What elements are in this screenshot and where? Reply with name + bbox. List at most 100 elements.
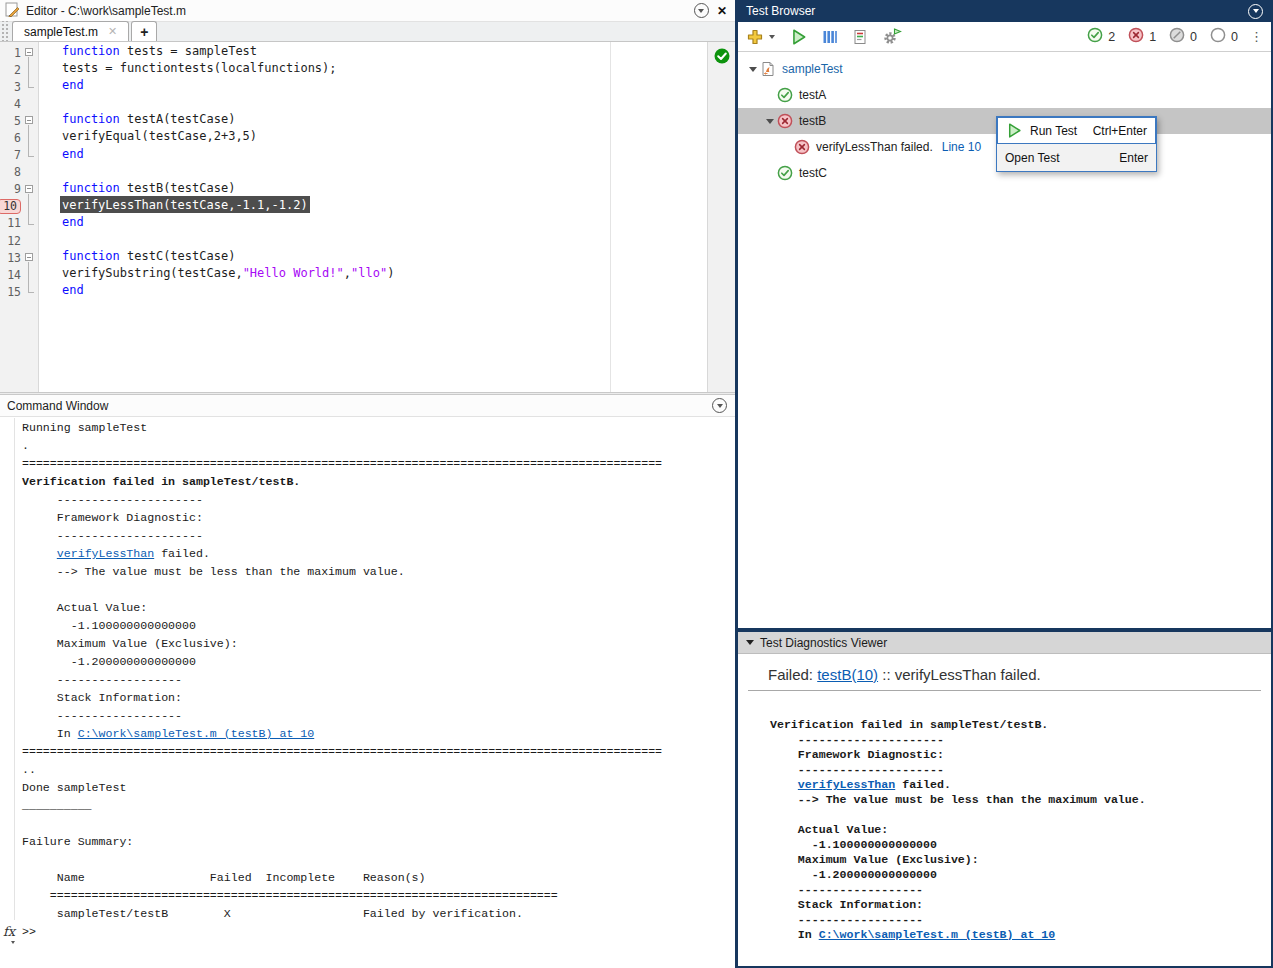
gutter-line-8[interactable]: 8 [0,164,38,181]
diagnostics-line [770,807,1271,822]
code-lines[interactable]: function tests = sampleTesttests = funct… [40,42,707,300]
diagnostics-line: verifyLessThan failed. [770,777,1271,792]
command-window-panel-menu-icon[interactable] [712,398,727,413]
gutter-line-14[interactable]: 14 [0,266,38,283]
code-line-13[interactable]: function testC(testCase) [40,249,707,266]
gutter-line-6[interactable]: 6 [0,129,38,146]
count-failed[interactable]: 1 [1128,27,1156,46]
command-window-body[interactable]: Running sampleTest.=====================… [0,416,735,968]
run-in-parallel-button[interactable] [822,29,838,45]
count-incomplete[interactable]: 0 [1169,27,1197,46]
diagnostics-line: -1.200000000000000 [770,867,1271,882]
expander-icon[interactable] [763,119,777,124]
menu-item-run-test[interactable]: Run TestCtrl+Enter [997,117,1156,144]
code-line-5[interactable]: function testA(testCase) [40,112,707,129]
pass-icon [777,87,793,103]
tab-grip-handle[interactable] [0,21,9,41]
gutter-line-3[interactable]: 3 [0,78,38,95]
expander-icon[interactable] [746,67,760,72]
console-line: Maximum Value (Exclusive): [22,635,662,653]
code-line-14[interactable]: verifySubstring(testCase,"Hello World!",… [40,266,707,283]
run-tests-button[interactable] [790,28,808,46]
console-line: Verification failed in sampleTest/testB. [22,473,662,491]
diagnostics-titlebar[interactable]: Test Diagnostics Viewer [738,632,1271,654]
command-window-margin-rule [14,418,15,920]
console-line: ------------------ [22,671,662,689]
console-line [22,581,662,599]
console-line [22,815,662,833]
collapse-icon[interactable] [746,640,754,645]
console-line: ========================================… [22,887,662,905]
notrun-icon [1210,27,1226,46]
gutter-line-7[interactable]: 7 [0,147,38,164]
run-with-customization-button[interactable] [882,28,902,45]
console-line: -1.100000000000000 [22,617,662,635]
add-tests-dropdown-icon[interactable] [769,35,775,39]
diagnostics-line: Stack Information: [770,897,1271,912]
hyperlink[interactable]: C:\work\sampleTest.m (testB) at 10 [819,928,1056,941]
gutter-line-5[interactable]: 5 [0,112,38,129]
code-line-15[interactable]: end [40,283,707,300]
code-line-8[interactable] [40,164,707,181]
console-line: In C:\work\sampleTest.m (testB) at 10 [22,725,662,743]
gutter-line-15[interactable]: 15 [0,283,38,300]
diagnostics-line: -1.100000000000000 [770,837,1271,852]
gutter-line-11[interactable]: 11 [0,215,38,232]
code-line-2[interactable]: tests = functiontests(localfunctions); [40,61,707,78]
gutter-line-9[interactable]: 9 [0,181,38,198]
pass-icon [777,165,793,181]
console-line: verifyLessThan failed. [22,545,662,563]
console-line: sampleTest/testB X Failed by verificatio… [22,905,662,923]
add-tests-button[interactable] [746,28,764,46]
editor-gutter[interactable]: 123456789101112131415 [0,42,39,392]
line-link[interactable]: Line 10 [942,140,981,154]
gutter-line-4[interactable]: 4 [0,95,38,112]
gutter-line-10[interactable]: 10 [0,198,38,215]
hyperlink[interactable]: verifyLessThan [798,778,895,791]
test-browser-panel-menu-icon[interactable] [1248,4,1263,19]
console-line: __________ [22,797,662,815]
gutter-line-2[interactable]: 2 [0,61,38,78]
tab-close-icon[interactable]: ✕ [108,25,117,38]
more-options-icon[interactable]: ⋮ [1250,29,1263,44]
test-tree-item-sampletest[interactable]: sampleTest [738,56,1271,82]
code-analyzer-ok-icon[interactable] [714,48,730,68]
hyperlink[interactable]: verifyLessThan [57,547,154,560]
count-passed[interactable]: 2 [1087,27,1115,46]
test-tree-item-testa[interactable]: testA [738,82,1271,108]
code-line-9[interactable]: function testB(testCase) [40,181,707,198]
menu-item-open-test[interactable]: Open TestEnter [997,144,1156,171]
code-line-4[interactable] [40,95,707,112]
tab-sampletest[interactable]: sampleTest.m ✕ [12,21,129,41]
command-window-panel: Command Window Running sampleTest.======… [0,395,735,968]
editor-close-icon[interactable]: ✕ [717,4,727,18]
editor-panel-menu-icon[interactable] [694,3,709,18]
gutter-line-13[interactable]: 13 [0,249,38,266]
diagnostics-line: ------------------ [770,912,1271,927]
console-line: ========================================… [22,455,662,473]
test-browser-titlebar: Test Browser [738,0,1271,22]
editor-body[interactable]: function tests = sampleTesttests = funct… [0,42,735,392]
code-line-7[interactable]: end [40,147,707,164]
pass-icon [1087,27,1103,46]
gutter-line-12[interactable]: 12 [0,232,38,249]
count-not-run[interactable]: 0 [1210,27,1238,46]
diagnostics-line: --------------------- [770,762,1271,777]
code-line-10[interactable]: verifyLessThan(testCase,-1.1,-1.2) [40,198,707,215]
code-line-12[interactable] [40,232,707,249]
code-line-6[interactable]: verifyEqual(testCase,2+3,5) [40,129,707,146]
diagnostics-separator [748,690,1261,691]
fail-icon [794,139,810,155]
editor-pencil-icon [5,2,20,20]
diagnostics-line: Actual Value: [770,822,1271,837]
command-window-titlebar: Command Window [0,395,735,417]
fx-button[interactable]: fx [3,922,21,940]
code-line-1[interactable]: function tests = sampleTest [40,44,707,61]
new-tab-button[interactable]: + [131,21,157,41]
hyperlink[interactable]: C:\work\sampleTest.m (testB) at 10 [78,727,315,740]
code-line-3[interactable]: end [40,78,707,95]
code-line-11[interactable]: end [40,215,707,232]
gutter-line-1[interactable]: 1 [0,44,38,61]
produce-report-button[interactable] [852,29,868,45]
failed-test-link[interactable]: testB(10) [817,666,878,683]
